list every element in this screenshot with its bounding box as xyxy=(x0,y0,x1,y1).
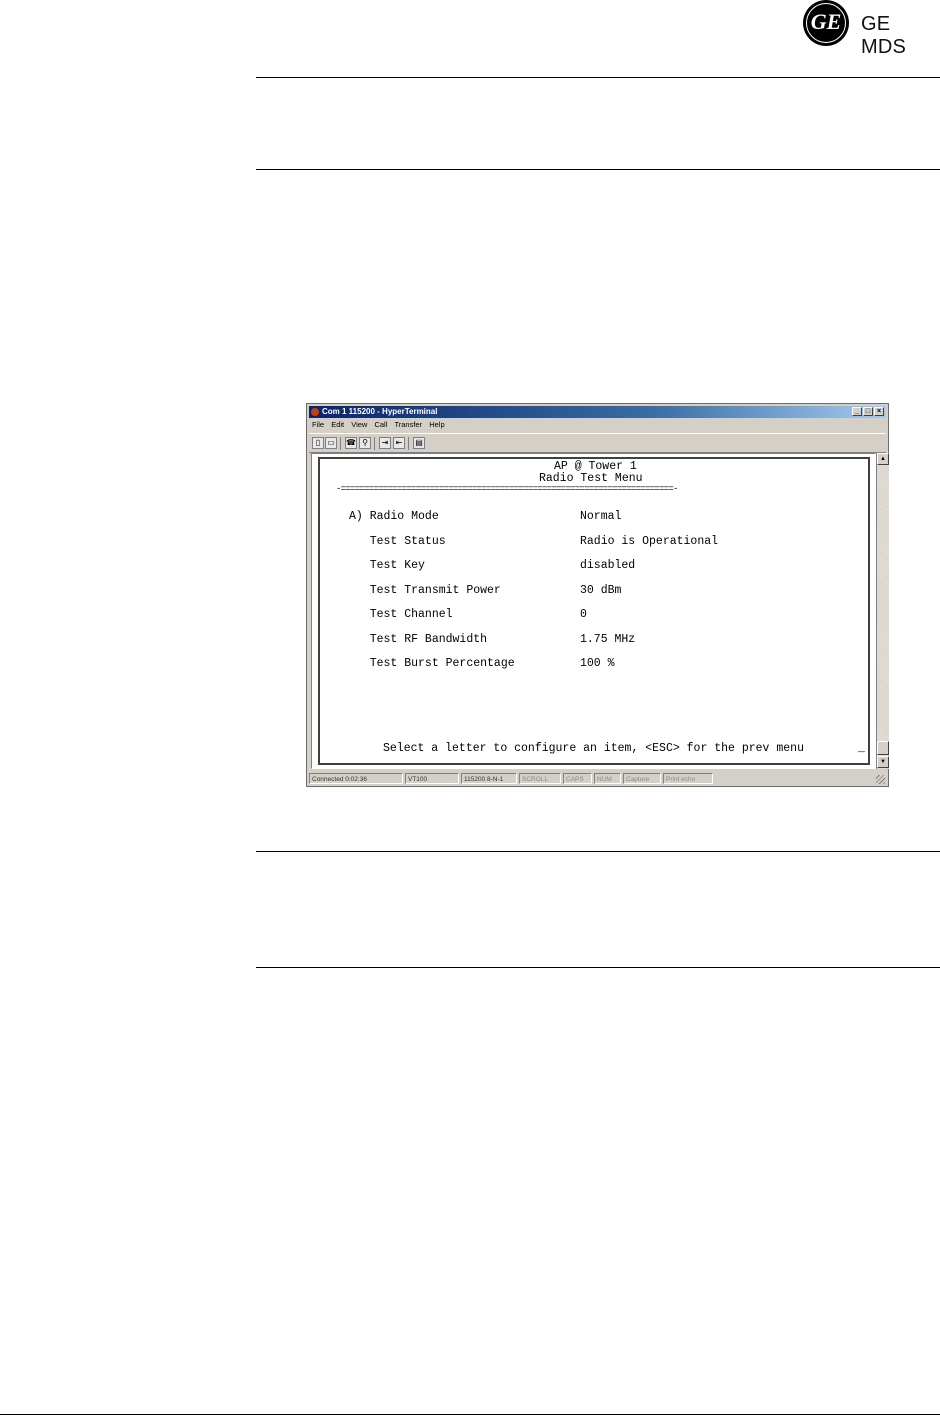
divider xyxy=(256,851,940,852)
scroll-down-icon[interactable]: ▼ xyxy=(877,756,889,768)
menu-row-test-key-value: disabled xyxy=(580,559,636,572)
status-connected: Connected 0:02:36 xyxy=(309,773,403,784)
close-button[interactable]: × xyxy=(874,407,884,416)
menu-row-radio-mode[interactable]: A) Radio Mode xyxy=(349,510,439,523)
menu-row-radio-mode-value: Normal xyxy=(580,510,622,523)
menu-row-test-rf-bandwidth-value: 1.75 MHz xyxy=(580,633,636,646)
scroll-up-icon[interactable]: ▲ xyxy=(877,453,889,465)
window-title: Com 1 115200 - HyperTerminal xyxy=(322,407,438,416)
menu-row-test-rf-bandwidth: Test RF Bandwidth xyxy=(349,633,488,646)
menu-row-test-burst-percentage-value: 100 % xyxy=(580,657,615,670)
menu-row-test-channel-value: 0 xyxy=(580,608,587,621)
minimize-button[interactable]: _ xyxy=(852,407,862,416)
divider xyxy=(256,967,940,968)
menu-edit[interactable]: Edit xyxy=(331,420,344,429)
menu-row-test-status: Test Status xyxy=(349,535,446,548)
title-bar[interactable]: Com 1 115200 - HyperTerminal _ □ × xyxy=(309,406,886,418)
terminal-frame: AP @ Tower 1 Radio Test Menu -==========… xyxy=(311,453,876,769)
status-caps: CAPS xyxy=(563,773,592,784)
open-icon[interactable]: ▭ xyxy=(325,437,337,449)
divider xyxy=(256,77,940,78)
new-icon[interactable]: ▯ xyxy=(312,437,324,449)
menu-bar: File Edit View Call Transfer Help xyxy=(309,419,447,431)
send-icon[interactable]: ⇥ xyxy=(379,437,391,449)
menu-row-test-status-value: Radio is Operational xyxy=(580,535,719,548)
properties-icon[interactable]: ⚲ xyxy=(359,437,371,449)
maximize-button[interactable]: □ xyxy=(863,407,873,416)
toolbar-separator xyxy=(408,437,409,450)
status-emulation: VT100 xyxy=(405,773,459,784)
hyperterminal-window: Com 1 115200 - HyperTerminal _ □ × File … xyxy=(306,403,889,787)
config-icon[interactable]: ▤ xyxy=(413,437,425,449)
brand-name: GE MDS xyxy=(861,13,907,58)
ge-mds-logo: GE GE MDS xyxy=(803,0,940,58)
status-num: NUM xyxy=(594,773,621,784)
scroll-thumb[interactable] xyxy=(877,741,889,755)
divider xyxy=(256,169,940,170)
menu-row-test-burst-percentage: Test Burst Percentage xyxy=(349,657,515,670)
status-capture: Capture xyxy=(623,773,661,784)
screen-prompt: Select a letter to configure an item, <E… xyxy=(383,742,804,755)
footer-divider xyxy=(0,1414,940,1415)
toolbar: ▯ ▭ ☎ ⚲ ⇥ ⇤ ▤ xyxy=(309,433,886,453)
toolbar-separator xyxy=(374,437,375,450)
status-port-settings: 115200 8-N-1 xyxy=(461,773,517,784)
menu-row-test-transmit-power: Test Transmit Power xyxy=(349,584,501,597)
resize-grip-icon[interactable] xyxy=(876,775,885,784)
status-scroll: SCROLL xyxy=(519,773,561,784)
terminal-screen[interactable]: AP @ Tower 1 Radio Test Menu -==========… xyxy=(318,457,870,765)
status-bar: Connected 0:02:36 VT100 115200 8-N-1 SCR… xyxy=(309,772,886,785)
menu-view[interactable]: View xyxy=(351,420,367,429)
screen-separator: -=======================================… xyxy=(336,484,678,494)
menu-row-test-channel: Test Channel xyxy=(349,608,453,621)
hyperterminal-app-icon xyxy=(311,408,319,416)
call-icon[interactable]: ☎ xyxy=(345,437,357,449)
menu-row-test-transmit-power-value: 30 dBm xyxy=(580,584,622,597)
menu-transfer[interactable]: Transfer xyxy=(394,420,422,429)
text-cursor: _ xyxy=(858,742,865,755)
menu-file[interactable]: File xyxy=(312,420,324,429)
menu-help[interactable]: Help xyxy=(429,420,444,429)
ge-monogram-icon: GE xyxy=(803,0,849,46)
terminal-text: AP @ Tower 1 Radio Test Menu -==========… xyxy=(320,459,868,763)
toolbar-separator xyxy=(340,437,341,450)
status-print-echo: Print echo xyxy=(663,773,713,784)
vertical-scrollbar[interactable]: ▲ ▼ xyxy=(876,453,889,769)
menu-row-test-key: Test Key xyxy=(349,559,425,572)
receive-icon[interactable]: ⇤ xyxy=(393,437,405,449)
menu-call[interactable]: Call xyxy=(374,420,387,429)
